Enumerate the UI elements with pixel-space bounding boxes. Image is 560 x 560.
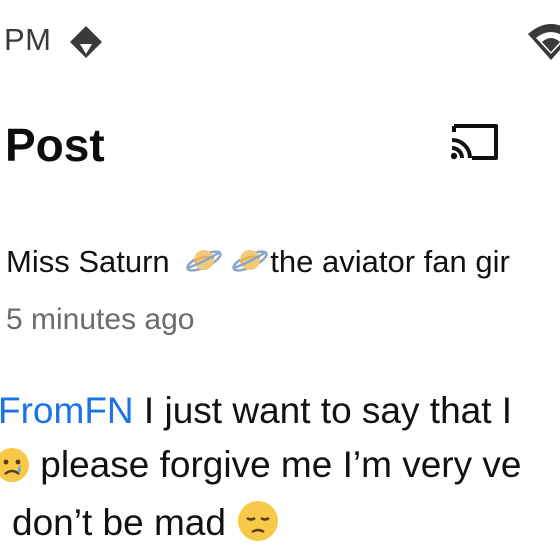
status-time: PM xyxy=(4,22,52,57)
post-body-line: FromFN I just want to say that I xyxy=(0,390,512,432)
author-suffix: the aviator fan gir xyxy=(270,244,510,279)
ringed-planet-emoji xyxy=(186,250,223,272)
ringed-planet-emoji xyxy=(232,250,269,272)
author-name[interactable]: Miss Saturn the aviator fan gir xyxy=(6,244,510,280)
body-text: please forgive me I’m very ve xyxy=(30,444,522,485)
body-text: I just want to say that I xyxy=(133,390,513,431)
body-text: don’t be mad xyxy=(12,502,237,543)
pensive-face-emoji xyxy=(238,501,279,541)
sad-face-emoji xyxy=(0,448,29,482)
drive-icon xyxy=(70,26,102,58)
post-body-line: don’t be mad xyxy=(12,499,280,544)
post-body-line: please forgive me I’m very ve xyxy=(0,444,521,486)
author-label: Miss Saturn xyxy=(6,244,170,279)
wifi-icon xyxy=(528,24,560,60)
post-timestamp: 5 minutes ago xyxy=(6,303,195,336)
cast-icon[interactable] xyxy=(446,118,504,166)
page-title: Post xyxy=(5,119,105,171)
mention-link[interactable]: FromFN xyxy=(0,390,134,431)
